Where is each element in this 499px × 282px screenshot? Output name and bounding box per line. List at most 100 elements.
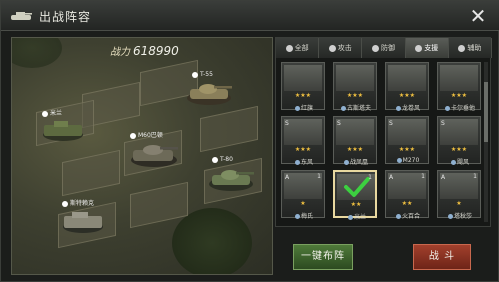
unit-name: 梅氏 [282, 211, 326, 220]
unit-thumbnail [388, 119, 426, 145]
rank-badge: A [285, 174, 290, 181]
unit-thumbnail [440, 119, 478, 145]
vehicle-unit-stryker[interactable] [60, 208, 106, 234]
filter-tabs: 全部 攻击 防御 支援 辅助 [276, 38, 493, 58]
unit-class-icon [212, 156, 218, 163]
deploy-slot[interactable] [62, 149, 120, 197]
shield-icon [372, 44, 379, 52]
star-rating: ★★★ [294, 92, 312, 99]
tab-defense[interactable]: 防御 [362, 38, 406, 58]
unit-card-selected[interactable]: 1 ★★ 米兰 [333, 170, 377, 221]
unit-label: T-55 [192, 71, 213, 78]
tab-assist[interactable]: 辅助 [448, 38, 493, 58]
unit-thumbnail [284, 65, 322, 91]
star-rating: ★★★ [398, 92, 416, 99]
tab-attack[interactable]: 攻击 [319, 38, 363, 58]
star-rating: ★★ [401, 200, 413, 207]
rank-badge: A [441, 174, 446, 181]
unit-thumbnail [284, 119, 322, 145]
unit-card[interactable]: S ★★★ 飓风 [437, 116, 482, 166]
tank-unit-m60[interactable] [128, 140, 180, 168]
star-rating: ★★★ [450, 92, 468, 99]
auto-deploy-button[interactable]: 一键布阵 [293, 244, 353, 270]
scrollbar-thumb[interactable] [484, 82, 488, 142]
unit-label: 米兰 [42, 108, 62, 117]
unit-name: 龙卷风 [386, 103, 430, 112]
unit-selection-panel: 全部 攻击 防御 支援 辅助 ★★★ 红旗 ★★★ 古斯塔夫 ★★★ 龙卷风 ★… [275, 37, 493, 227]
tank-icon [11, 12, 32, 20]
unit-class-icon [396, 158, 402, 163]
star-rating: ★★★ [450, 146, 468, 153]
sword-icon [328, 44, 336, 52]
unit-thumbnail [440, 65, 478, 91]
power-readout: 战力 618990 [110, 43, 179, 58]
unit-label: M60巴顿 [130, 130, 163, 139]
star-rating: ★★ [350, 201, 362, 208]
unit-label: 斯特赖克 [62, 198, 94, 207]
power-value: 618990 [133, 44, 179, 58]
unit-card[interactable]: A 1 ★ 塔秋莎 [437, 170, 482, 220]
unit-name: 火百合 [386, 211, 430, 220]
lineup-window: 出战阵容 ✕ 战力 618990 T-55 米兰 M60巴顿 T-80 斯特赖克… [0, 0, 499, 282]
bush-decoration [172, 208, 252, 274]
unit-class-icon [294, 160, 300, 165]
unit-name: 塔秋莎 [438, 211, 482, 220]
star-rating: ★★★ [398, 146, 416, 153]
unit-card[interactable]: ★★★ 卡尔垂他 [437, 62, 481, 112]
star-rating: ★★★ [346, 146, 364, 153]
rank-badge: S [285, 120, 289, 127]
unit-name: 古斯塔夫 [334, 103, 378, 112]
window-title: 出战阵容 [39, 10, 92, 24]
unit-class-icon [62, 200, 68, 207]
battlefield-map: 战力 618990 T-55 米兰 M60巴顿 T-80 斯特赖克 [11, 37, 273, 275]
rank-badge: S [389, 120, 393, 127]
unit-card[interactable]: S ★★★ M270 [385, 116, 429, 164]
unit-level: 1 [368, 174, 372, 181]
unit-class-icon [347, 215, 353, 220]
star-rating: ★★★ [294, 146, 312, 153]
unit-class-icon [450, 160, 456, 165]
rank-badge: S [337, 120, 341, 127]
unit-class-icon [294, 214, 300, 219]
star-rating: ★ [300, 200, 306, 207]
rank-badge: S [441, 120, 445, 127]
support-icon [415, 44, 423, 52]
unit-name: M270 [386, 157, 430, 164]
vehicle-unit-milan[interactable] [40, 118, 86, 142]
unit-name: 红旗 [282, 103, 326, 112]
unit-thumbnail [336, 65, 374, 91]
unit-thumbnail [336, 119, 374, 145]
unit-card[interactable]: A 1 ★★ 火百合 [385, 170, 430, 220]
unit-card[interactable]: ★★★ 红旗 [281, 62, 326, 112]
tab-all[interactable]: 全部 [276, 38, 320, 58]
tank-unit-t55[interactable] [184, 80, 234, 106]
checkmark-icon [344, 177, 370, 197]
battle-button[interactable]: 战 斗 [413, 244, 471, 270]
unit-card[interactable]: S ★★★ 战凤凰 [333, 116, 377, 166]
deploy-slot[interactable] [200, 105, 258, 153]
unit-label: T-80 [212, 156, 233, 163]
tab-support[interactable]: 支援 [405, 38, 449, 58]
unit-class-icon [294, 106, 300, 111]
unit-level: 1 [421, 173, 425, 180]
unit-class-icon [343, 160, 349, 165]
star-rating: ★ [456, 200, 462, 207]
close-button[interactable]: ✕ [466, 4, 490, 28]
unit-card[interactable]: ★★★ 古斯塔夫 [333, 62, 378, 112]
card-scrollbar[interactable] [484, 62, 488, 222]
unit-name: 东风 [282, 157, 326, 166]
unit-class-icon [130, 132, 136, 139]
unit-card[interactable]: S ★★★ 东风 [281, 116, 326, 166]
star-rating: ★★★ [346, 92, 364, 99]
unit-card[interactable]: A 1 ★ 梅氏 [281, 170, 326, 220]
unit-class-icon [444, 106, 450, 111]
unit-name: 飓风 [438, 157, 482, 166]
unit-thumbnail [388, 65, 426, 91]
title-bar: 出战阵容 ✕ [1, 1, 499, 31]
unit-class-icon [395, 106, 401, 111]
unit-card[interactable]: ★★★ 龙卷风 [385, 62, 430, 112]
unit-card-grid: ★★★ 红旗 ★★★ 古斯塔夫 ★★★ 龙卷风 ★★★ 卡尔垂他 S ★★★ 东… [281, 62, 481, 224]
unit-class-icon [42, 110, 48, 117]
unit-class-icon [340, 106, 346, 111]
tank-unit-t80[interactable] [206, 166, 256, 192]
